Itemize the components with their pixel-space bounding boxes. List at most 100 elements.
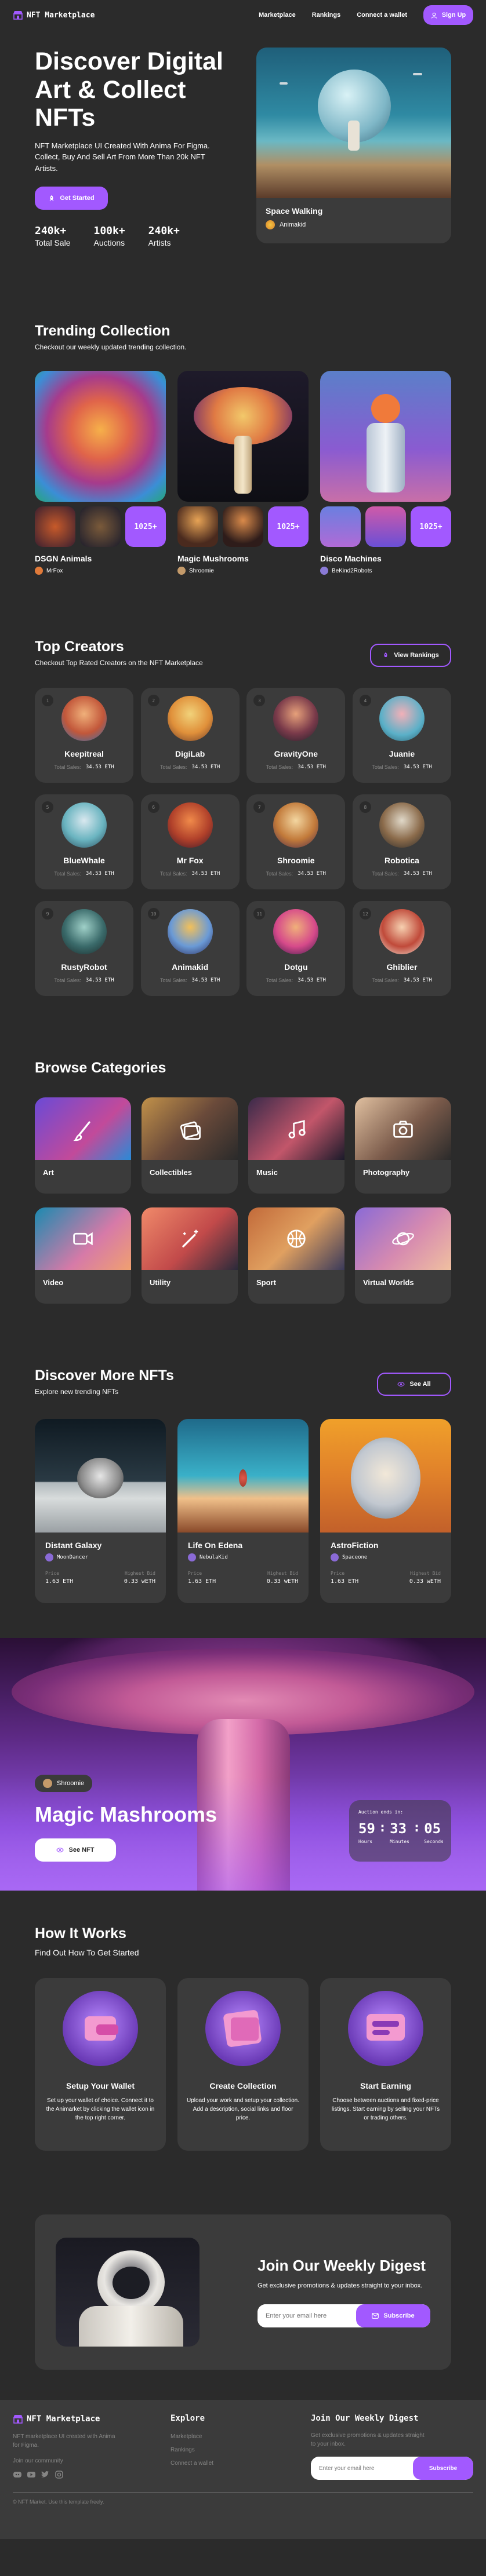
instagram-icon[interactable] <box>55 2470 64 2479</box>
avatar <box>379 696 425 742</box>
get-started-button[interactable]: Get Started <box>35 187 108 210</box>
nft-artist[interactable]: Spaceone <box>342 1555 367 1560</box>
digest-email-input[interactable] <box>257 2304 356 2328</box>
stat-value: 240k+ <box>35 225 67 238</box>
view-rankings-button[interactable]: View Rankings <box>370 644 451 667</box>
creator-card[interactable]: 5 BlueWhale Total Sales: 34.53 ETH <box>35 794 133 890</box>
collection-thumb <box>177 506 218 548</box>
creator-card[interactable]: 10 Animakid Total Sales: 34.53 ETH <box>140 901 240 997</box>
nft-artist[interactable]: NebulaKid <box>200 1555 228 1560</box>
navbar: NFT Marketplace Marketplace Rankings Con… <box>0 0 486 30</box>
creator-card[interactable]: 8 Robotica Total Sales: 34.53 ETH <box>352 794 451 890</box>
digest-title: Join Our Weekly Digest <box>257 2257 426 2275</box>
collection-artist[interactable]: MrFox <box>46 568 63 574</box>
nft-card[interactable]: Life On Edena NebulaKid Price 1.63 ETH Highe… <box>177 1419 309 1604</box>
creator-name: DigiLab <box>175 749 205 759</box>
collection-name: DSGN Animals <box>35 554 92 564</box>
hero-nft-card[interactable]: Space Walking Animakid <box>256 48 451 243</box>
nav-link-marketplace[interactable]: Marketplace <box>259 12 296 19</box>
category-card[interactable]: Utility <box>142 1207 238 1304</box>
creator-name: Juanie <box>389 749 415 759</box>
nft-title: Life On Edena <box>188 1541 243 1550</box>
stat-auctions: 100k+ Auctions <box>93 225 125 247</box>
collection-card[interactable]: 1025+ Disco Machines BeKind2Robots <box>320 371 451 575</box>
category-card[interactable]: Video <box>35 1207 131 1304</box>
collection-artist[interactable]: BeKind2Robots <box>332 568 372 574</box>
nft-artist[interactable]: MoonDancer <box>57 1555 88 1560</box>
digest-subscribe-button[interactable]: Subscribe <box>356 2304 430 2328</box>
footer-email-input[interactable] <box>311 2457 413 2480</box>
hero-title: Discover Digital Art & Collect NFTs <box>35 48 223 132</box>
creator-card[interactable]: 11 Dotgu Total Sales: 34.53 ETH <box>246 901 346 997</box>
creator-sales-label: Total Sales: <box>54 871 81 877</box>
footer-subscribe-button[interactable]: Subscribe <box>413 2457 473 2480</box>
creator-card[interactable]: 6 Mr Fox Total Sales: 34.53 ETH <box>140 794 240 890</box>
planet-icon <box>390 1226 416 1251</box>
see-nft-button[interactable]: See NFT <box>35 1838 116 1862</box>
collection-card[interactable]: 1025+ DSGN Animals MrFox <box>35 371 166 575</box>
stat-artists: 240k+ Artists <box>148 225 180 247</box>
collection-count[interactable]: 1025+ <box>125 506 166 548</box>
category-card[interactable]: Sport <box>248 1207 344 1304</box>
see-all-label: See All <box>409 1381 431 1388</box>
nft-title: AstroFiction <box>331 1541 379 1550</box>
discover-grid: Distant Galaxy MoonDancer Price 1.63 ETH Hig… <box>35 1419 451 1604</box>
brand-logo[interactable]: NFT Marketplace <box>13 10 95 20</box>
stat-total-sale: 240k+ Total Sale <box>35 225 70 247</box>
avatar <box>61 802 107 848</box>
footer-link-rankings[interactable]: Rankings <box>171 2447 263 2453</box>
creator-card[interactable]: 3 GravityOne Total Sales: 34.53 ETH <box>246 688 346 783</box>
how-step-desc: Upload your work and setup your collecti… <box>187 2097 299 2122</box>
creator-sales-value: 34.53 ETH <box>298 977 326 984</box>
storefront-icon <box>13 10 23 20</box>
creator-rank: 10 <box>147 908 159 920</box>
nft-card[interactable]: AstroFiction Spaceone Price 1.63 ETH Highest… <box>320 1419 451 1604</box>
how-step-title: Start Earning <box>360 2081 411 2091</box>
category-image <box>35 1097 131 1161</box>
signup-button[interactable]: Sign Up <box>423 5 473 25</box>
collection-count[interactable]: 1025+ <box>268 506 309 548</box>
youtube-icon[interactable] <box>27 2470 36 2479</box>
creator-card[interactable]: 7 Shroomie Total Sales: 34.53 ETH <box>246 794 346 890</box>
collection-name: Magic Mushrooms <box>177 554 249 564</box>
category-image <box>142 1097 238 1161</box>
collection-card[interactable]: 1025+ Magic Mushrooms Shroomie <box>177 371 309 575</box>
category-label: Virtual Worlds <box>363 1278 414 1287</box>
creator-card[interactable]: 1 Keepitreal Total Sales: 34.53 ETH <box>35 688 133 783</box>
swatches-icon <box>177 1116 202 1141</box>
category-label: Music <box>256 1168 278 1177</box>
see-all-button[interactable]: See All <box>377 1373 451 1396</box>
category-card[interactable]: Photography <box>355 1097 451 1194</box>
creator-card[interactable]: 9 RustyRobot Total Sales: 34.53 ETH <box>35 901 133 997</box>
feature-artist-badge[interactable]: Shroomie <box>35 1775 93 1793</box>
hero-nft-artist[interactable]: Animakid <box>280 221 306 228</box>
category-card[interactable]: Collectibles <box>142 1097 238 1194</box>
trending-section: Trending Collection Checkout our weekly … <box>0 323 486 575</box>
twitter-icon[interactable] <box>41 2470 50 2479</box>
creator-card[interactable]: 4 Juanie Total Sales: 34.53 ETH <box>352 688 451 783</box>
category-card[interactable]: Art <box>35 1097 131 1194</box>
creator-name: Keepitreal <box>64 749 104 759</box>
earning-illustration <box>348 1991 423 2067</box>
category-card[interactable]: Music <box>248 1097 344 1194</box>
creator-sales-label: Total Sales: <box>372 871 399 877</box>
category-card[interactable]: Virtual Worlds <box>355 1207 451 1304</box>
creator-sales-label: Total Sales: <box>266 764 293 771</box>
nav-link-rankings[interactable]: Rankings <box>312 12 341 19</box>
footer-link-marketplace[interactable]: Marketplace <box>171 2433 263 2440</box>
collection-main-image <box>35 371 166 502</box>
nft-card[interactable]: Distant Galaxy MoonDancer Price 1.63 ETH Hig… <box>35 1419 166 1604</box>
timer-minutes-label: Minutes <box>390 1839 409 1845</box>
footer-link-connect-wallet[interactable]: Connect a wallet <box>171 2460 263 2466</box>
nav-link-connect-wallet[interactable]: Connect a wallet <box>357 12 407 19</box>
footer: NFT Marketplace NFT marketplace UI creat… <box>0 2400 486 2539</box>
collection-count[interactable]: 1025+ <box>411 506 451 548</box>
creator-card[interactable]: 2 DigiLab Total Sales: 34.53 ETH <box>140 688 240 783</box>
creator-card[interactable]: 12 Ghiblier Total Sales: 34.53 ETH <box>352 901 451 997</box>
creators-section: Top Creators Checkout Top Rated Creators… <box>0 638 486 997</box>
category-label: Utility <box>150 1278 171 1287</box>
discord-icon[interactable] <box>13 2470 22 2479</box>
nft-bid: 0.33 wETH <box>266 1578 298 1585</box>
categories-section: Browse Categories Art Collectibles Music Ph… <box>0 1060 486 1304</box>
collection-artist[interactable]: Shroomie <box>189 568 214 574</box>
